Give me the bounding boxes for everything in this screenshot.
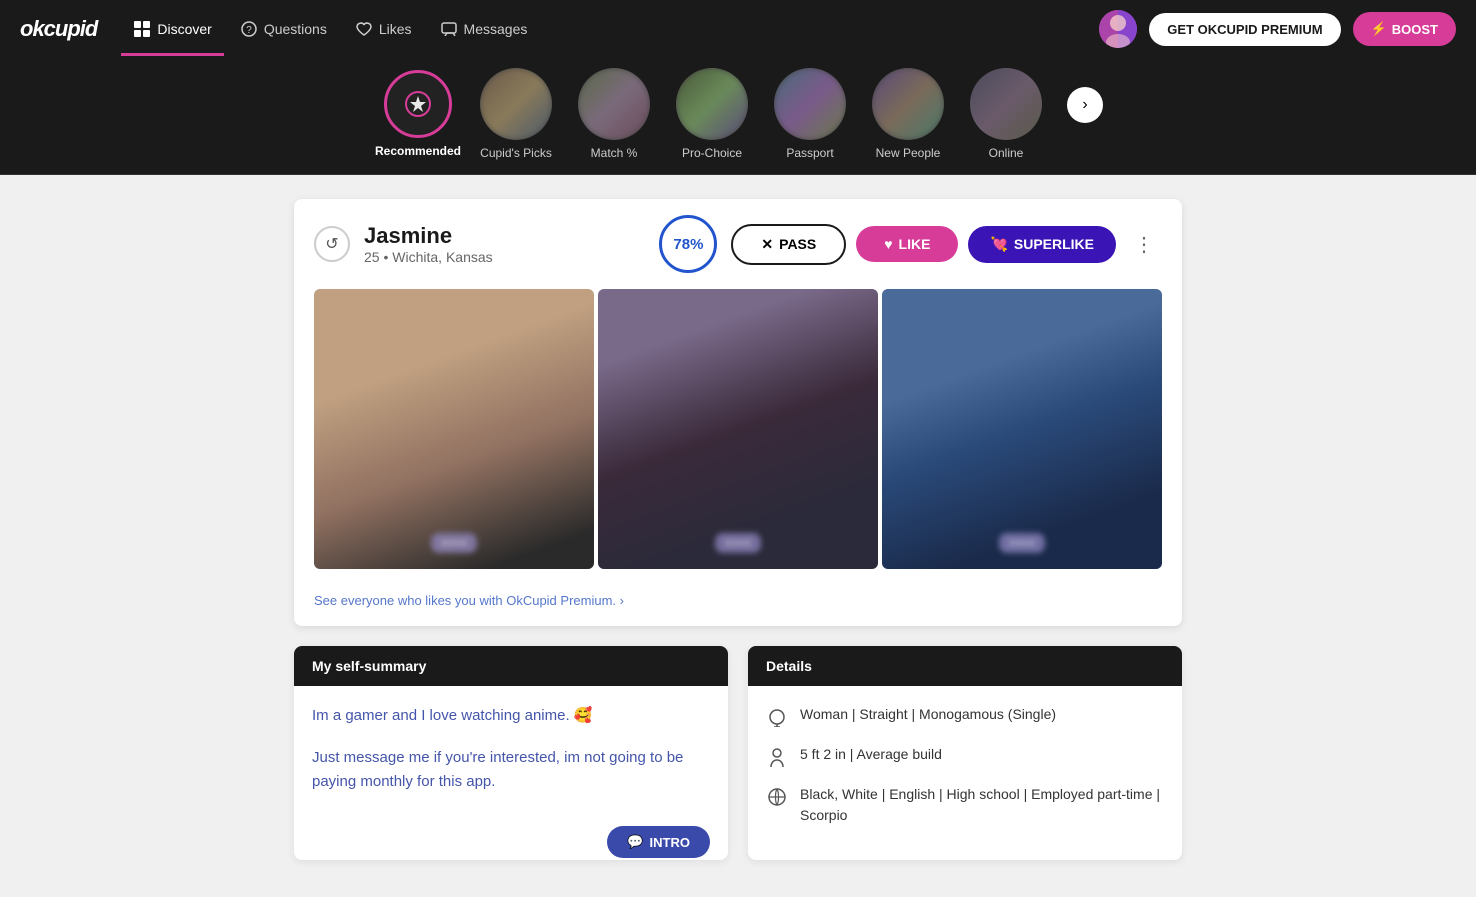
detail-row-background: Black, White | English | High school | E…: [766, 784, 1164, 826]
pass-button[interactable]: ✕ PASS: [731, 224, 846, 265]
profile-age-location: 25 • Wichita, Kansas: [364, 249, 645, 265]
grid-icon: [133, 20, 151, 38]
nav-messages[interactable]: Messages: [428, 12, 540, 46]
nav-likes[interactable]: Likes: [343, 12, 424, 46]
self-summary-body: Im a gamer and I love watching anime. 🥰 …: [294, 686, 728, 828]
header-right: GET OKCUPID PREMIUM ⚡ BOOST: [1099, 10, 1456, 48]
user-avatar[interactable]: [1099, 10, 1137, 48]
question-icon: ?: [240, 20, 258, 38]
main-nav: Discover ? Questions Likes: [121, 12, 1075, 46]
refresh-icon: ↺: [325, 234, 338, 254]
details-card: Details Woman | Straight | Monogamous (S…: [748, 646, 1182, 860]
detail-row-gender: Woman | Straight | Monogamous (Single): [766, 704, 1164, 728]
globe-icon: [766, 786, 788, 808]
message-intro-icon: 💬: [627, 834, 643, 850]
heart-nav-icon: [355, 20, 373, 38]
app-header: okcupid Discover ? Questions: [0, 0, 1476, 58]
card-header: ↺ Jasmine 25 • Wichita, Kansas 78% ✕ PAS…: [294, 199, 1182, 289]
main-content: ↺ Jasmine 25 • Wichita, Kansas 78% ✕ PAS…: [278, 199, 1198, 860]
newpeople-thumb: [872, 68, 944, 140]
self-summary-card: My self-summary Im a gamer and I love wa…: [294, 646, 728, 860]
refresh-button[interactable]: ↺: [314, 226, 350, 262]
more-options-button[interactable]: ⋮: [1126, 228, 1162, 261]
discovery-bar: Recommended Cupid's Picks Match % Pro-Ch…: [0, 58, 1476, 175]
photo-placeholder-1: ●●●●: [314, 289, 594, 569]
passport-thumb: [774, 68, 846, 140]
like-button[interactable]: ♥ LIKE: [856, 226, 958, 262]
detail-text-gender: Woman | Straight | Monogamous (Single): [800, 704, 1056, 725]
photo-placeholder-2: ●●●●: [598, 289, 878, 569]
height-icon: [766, 746, 788, 768]
disc-item-match[interactable]: Match %: [569, 68, 659, 160]
detail-row-height: 5 ft 2 in | Average build: [766, 744, 1164, 768]
details-body: Woman | Straight | Monogamous (Single) 5…: [748, 686, 1182, 860]
disc-item-newpeople[interactable]: New People: [863, 68, 953, 160]
detail-text-height: 5 ft 2 in | Average build: [800, 744, 942, 765]
gender-icon: [766, 706, 788, 728]
premium-button[interactable]: GET OKCUPID PREMIUM: [1149, 13, 1340, 46]
x-icon: ✕: [761, 236, 773, 253]
disc-label-prochoice: Pro-Choice: [682, 146, 742, 160]
heart-icon: ♥: [884, 236, 892, 252]
intro-button[interactable]: 💬 INTRO: [607, 826, 710, 858]
details-header: Details: [748, 646, 1182, 686]
superlike-icon: 💘: [990, 236, 1007, 253]
detail-text-background: Black, White | English | High school | E…: [800, 784, 1164, 826]
boost-label: BOOST: [1392, 22, 1438, 37]
profile-photo-2[interactable]: ●●●●: [598, 289, 878, 569]
recommended-thumb: [384, 70, 452, 138]
disc-label-match: Match %: [591, 146, 638, 160]
profile-name-info: Jasmine 25 • Wichita, Kansas: [364, 223, 645, 265]
profile-photo-3[interactable]: ●●●●: [882, 289, 1162, 569]
profile-sections: My self-summary Im a gamer and I love wa…: [294, 646, 1182, 860]
disc-item-recommended[interactable]: Recommended: [373, 70, 463, 158]
disc-label-recommended: Recommended: [375, 144, 461, 158]
disc-item-passport[interactable]: Passport: [765, 68, 855, 160]
disc-label-online: Online: [989, 146, 1024, 160]
online-thumb: [970, 68, 1042, 140]
nav-questions[interactable]: ? Questions: [228, 12, 339, 46]
profile-card: ↺ Jasmine 25 • Wichita, Kansas 78% ✕ PAS…: [294, 199, 1182, 626]
profile-name: Jasmine: [364, 223, 645, 249]
disc-item-online[interactable]: Online: [961, 68, 1051, 160]
match-thumb: [578, 68, 650, 140]
summary-text-2: Just message me if you're interested, im…: [312, 746, 710, 794]
photo-placeholder-3: ●●●●: [882, 289, 1162, 569]
photo-grid: ●●●● ●●●● ●●●●: [294, 289, 1182, 585]
prochoice-thumb: [676, 68, 748, 140]
bolt-icon: ⚡: [1371, 21, 1387, 37]
disc-item-prochoice[interactable]: Pro-Choice: [667, 68, 757, 160]
svg-text:?: ?: [246, 25, 252, 36]
boost-button[interactable]: ⚡ BOOST: [1353, 12, 1456, 46]
message-icon: [440, 20, 458, 38]
premium-likes-link[interactable]: See everyone who likes you with OkCupid …: [294, 585, 1182, 626]
profile-photo-1[interactable]: ●●●●: [314, 289, 594, 569]
disc-label-newpeople: New People: [876, 146, 941, 160]
disc-label-passport: Passport: [786, 146, 833, 160]
summary-text-1: Im a gamer and I love watching anime. 🥰: [312, 704, 710, 728]
discovery-next-button[interactable]: ›: [1067, 87, 1103, 123]
superlike-button[interactable]: 💘 SUPERLIKE: [968, 226, 1116, 263]
app-logo: okcupid: [20, 16, 97, 42]
action-buttons: ✕ PASS ♥ LIKE 💘 SUPERLIKE ⋮: [731, 224, 1162, 265]
nav-discover[interactable]: Discover: [121, 12, 223, 46]
cupids-thumb: [480, 68, 552, 140]
disc-item-cupids[interactable]: Cupid's Picks: [471, 68, 561, 160]
disc-label-cupids: Cupid's Picks: [480, 146, 552, 160]
match-percentage-circle: 78%: [659, 215, 717, 273]
self-summary-header: My self-summary: [294, 646, 728, 686]
